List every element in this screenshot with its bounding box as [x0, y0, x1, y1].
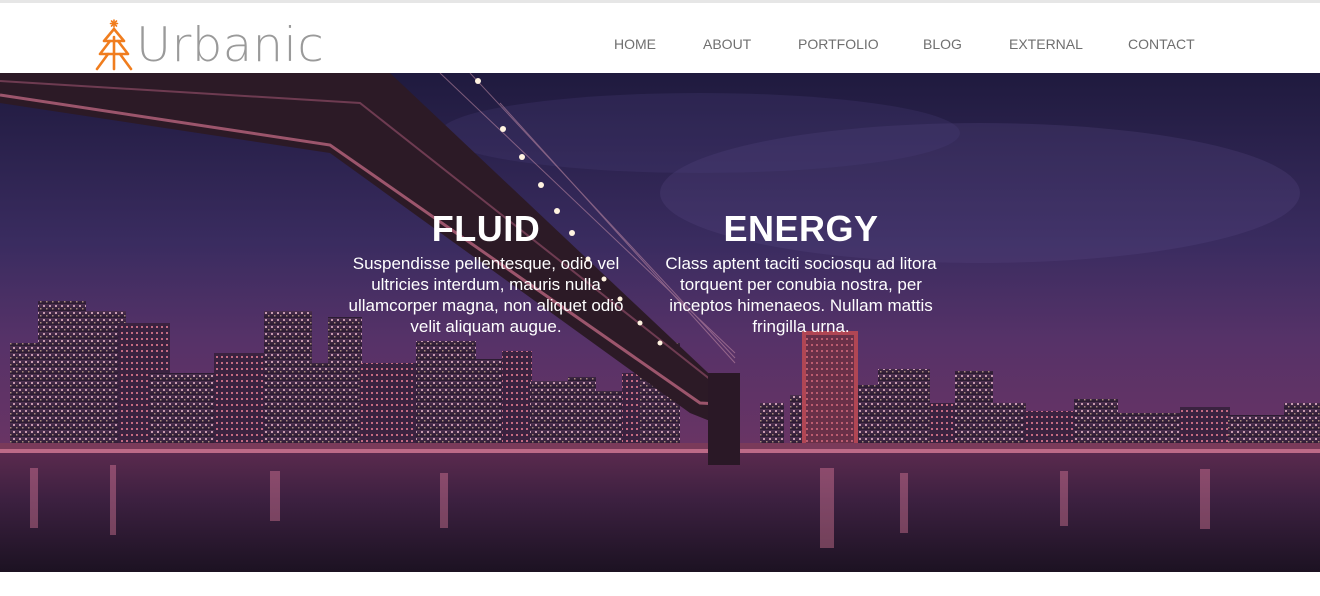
feature-text: Class aptent taciti sociosqu ad litora t…	[665, 254, 937, 336]
nav-home[interactable]: HOME	[614, 36, 656, 52]
site-header: Urbanic HOME ABOUT PORTFOLIO BLOG EXTERN…	[0, 3, 1320, 73]
content-area	[0, 572, 1320, 596]
feature-energy: ENERGY Class aptent taciti sociosqu ad l…	[651, 209, 951, 337]
nav-about[interactable]: ABOUT	[703, 36, 751, 52]
nav-external[interactable]: EXTERNAL	[1009, 36, 1083, 52]
hero-banner: FLUID Suspendisse pellentesque, odio vel…	[0, 73, 1320, 572]
feature-title: ENERGY	[723, 208, 879, 249]
feature-fluid: FLUID Suspendisse pellentesque, odio vel…	[338, 209, 634, 337]
main-nav: HOME ABOUT PORTFOLIO BLOG EXTERNAL CONTA…	[0, 36, 1320, 56]
nav-contact[interactable]: CONTACT	[1128, 36, 1195, 52]
nav-blog[interactable]: BLOG	[923, 36, 962, 52]
feature-title: FLUID	[431, 208, 541, 249]
feature-text: Suspendisse pellentesque, odio vel ultri…	[348, 254, 624, 336]
nav-portfolio[interactable]: PORTFOLIO	[798, 36, 879, 52]
